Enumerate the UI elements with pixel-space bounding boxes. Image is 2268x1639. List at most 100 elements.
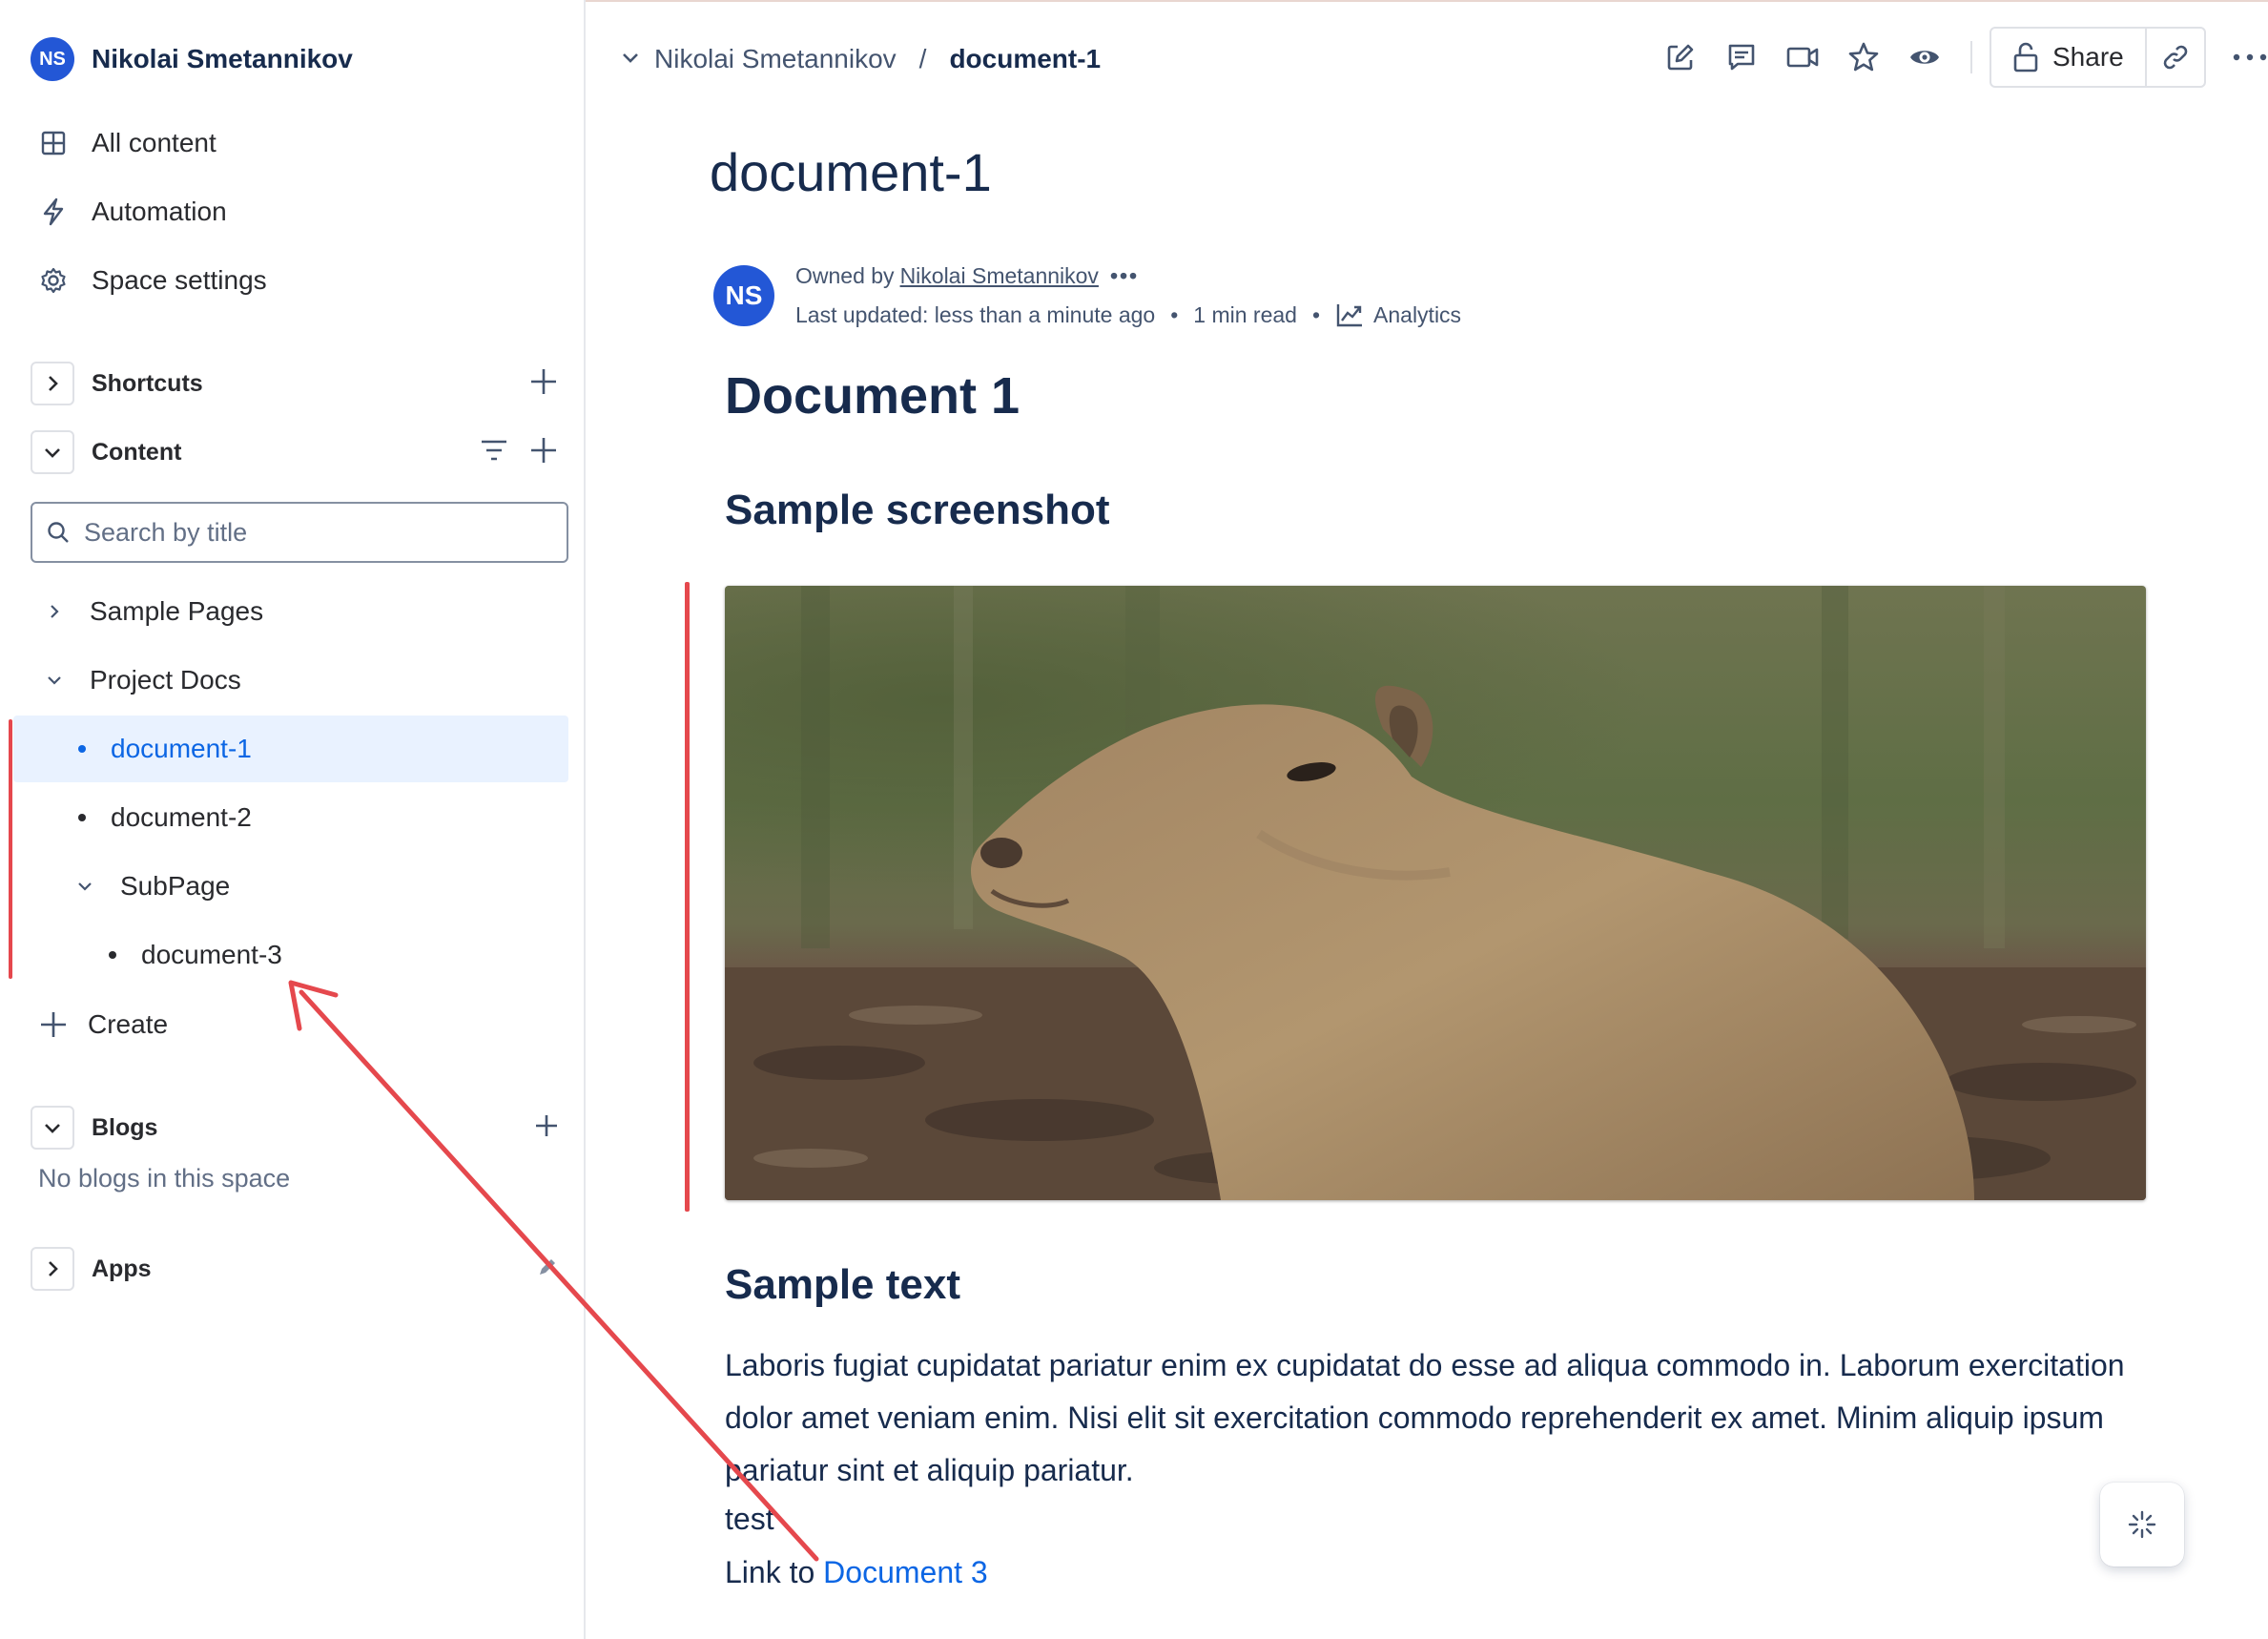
link-line: Link to Document 3 xyxy=(725,1555,988,1590)
owner-avatar[interactable]: NS xyxy=(713,265,774,326)
plus-icon xyxy=(531,437,556,463)
tree-item-document-2[interactable]: document-2 xyxy=(13,784,568,851)
nav-all-content[interactable]: All content xyxy=(36,120,216,166)
create-label: Create xyxy=(88,1009,169,1039)
chevron-down-icon xyxy=(45,1124,60,1133)
tree-item-document-3[interactable]: document-3 xyxy=(13,922,568,988)
apps-toggle[interactable] xyxy=(31,1247,74,1291)
lock-icon xyxy=(2013,42,2038,73)
tree-item-label: document-3 xyxy=(141,940,282,969)
watch-icon xyxy=(1910,51,1939,64)
create-button[interactable]: Create xyxy=(36,1002,168,1048)
chevron-right-icon[interactable] xyxy=(38,603,71,620)
shortcuts-label: Shortcuts xyxy=(92,369,203,397)
watch-button[interactable] xyxy=(1894,27,1955,88)
content-toggle[interactable] xyxy=(31,430,74,474)
chevron-right-icon xyxy=(49,1261,58,1276)
gear-icon xyxy=(36,263,71,298)
filter-icon xyxy=(482,440,506,460)
tree-item-sample-pages[interactable]: Sample Pages xyxy=(38,578,568,645)
edit-icon xyxy=(1667,44,1694,71)
edit-apps-button[interactable] xyxy=(536,1255,559,1283)
ai-assistant-button[interactable] xyxy=(2100,1483,2184,1566)
breadcrumb-toggle[interactable] xyxy=(620,44,641,74)
tree-item-subpage[interactable]: SubPage xyxy=(69,853,568,920)
content-label: Content xyxy=(92,438,182,466)
heading-document-1: Document 1 xyxy=(725,367,1021,425)
breadcrumb-separator: / xyxy=(918,44,927,73)
search-icon xyxy=(48,522,69,543)
add-blog-button[interactable] xyxy=(534,1113,559,1143)
separator-dot: • xyxy=(1170,301,1179,327)
heading-sample-text: Sample text xyxy=(725,1261,960,1308)
bullet xyxy=(78,745,86,753)
add-shortcut-button[interactable] xyxy=(528,366,559,402)
tree-item-project-docs[interactable]: Project Docs xyxy=(38,647,568,714)
tree-item-document-1[interactable]: document-1 xyxy=(13,716,568,782)
grid-icon xyxy=(36,126,71,160)
copy-link-button[interactable] xyxy=(2147,29,2204,86)
video-button[interactable] xyxy=(1772,27,1833,88)
shortcuts-toggle[interactable] xyxy=(31,362,74,405)
pencil-icon xyxy=(540,1258,555,1275)
blogs-section: Blogs xyxy=(31,1105,570,1151)
nav-label: All content xyxy=(92,128,216,157)
chevron-down-icon xyxy=(623,53,638,63)
plus-icon xyxy=(536,1114,557,1136)
star-icon xyxy=(1848,42,1879,72)
page-title: document-1 xyxy=(710,142,992,202)
nav-space-settings[interactable]: Space settings xyxy=(36,258,267,303)
chevron-down-icon[interactable] xyxy=(38,672,71,689)
owner-more-button[interactable]: ••• xyxy=(1110,263,1139,289)
heading-sample-screenshot: Sample screenshot xyxy=(725,487,1110,533)
video-icon xyxy=(1786,47,1819,68)
nav-automation[interactable]: Automation xyxy=(36,189,227,235)
test-line: test xyxy=(725,1502,774,1536)
plus-icon xyxy=(36,1007,71,1042)
tree-item-label: Sample Pages xyxy=(90,596,264,626)
annotation-bar xyxy=(9,719,12,979)
comment-icon xyxy=(1728,44,1755,71)
toolbar-divider xyxy=(1970,41,1972,73)
bullet xyxy=(109,951,116,959)
nav-label: Automation xyxy=(92,197,227,226)
add-content-button[interactable] xyxy=(528,435,559,470)
share-button[interactable]: Share xyxy=(1991,29,2147,86)
apps-section: Apps xyxy=(31,1246,570,1292)
search-input[interactable] xyxy=(84,517,542,548)
analytics-label: Analytics xyxy=(1373,301,1462,327)
content-section: Content xyxy=(31,429,570,475)
comment-button[interactable] xyxy=(1711,27,1772,88)
filter-button[interactable] xyxy=(479,435,509,470)
apps-label: Apps xyxy=(92,1255,152,1282)
blogs-toggle[interactable] xyxy=(31,1106,74,1150)
share-label: Share xyxy=(2052,42,2124,72)
shortcuts-section: Shortcuts xyxy=(31,361,570,406)
more-button[interactable] xyxy=(2232,27,2268,88)
page-byline: NS Owned by Nikolai Smetannikov ••• Last… xyxy=(713,261,1461,332)
blogs-empty-text: No blogs in this space xyxy=(38,1164,291,1193)
search-field[interactable] xyxy=(31,502,568,563)
sparkle-icon xyxy=(2128,1510,2156,1539)
star-button[interactable] xyxy=(1833,27,1894,88)
breadcrumb-space[interactable]: Nikolai Smetannikov xyxy=(654,44,897,74)
breadcrumb-page[interactable]: document-1 xyxy=(949,44,1101,74)
annotation-bar xyxy=(685,582,690,1212)
more-icon xyxy=(2233,53,2267,61)
sample-paragraph: Laboris fugiat cupidatat pariatur enim e… xyxy=(725,1348,2125,1487)
tree-item-label: Project Docs xyxy=(90,665,241,695)
owned-by-label: Owned by xyxy=(795,262,895,288)
capybara-image[interactable] xyxy=(725,586,2146,1200)
document-3-link[interactable]: Document 3 xyxy=(823,1555,988,1589)
read-time: 1 min read xyxy=(1193,301,1297,327)
last-updated: Last updated: less than a minute ago xyxy=(795,301,1156,327)
link-prefix: Link to xyxy=(725,1555,824,1589)
analytics-button[interactable]: Analytics xyxy=(1335,301,1461,328)
space-header[interactable]: NS Nikolai Smetannikov xyxy=(31,36,353,82)
breadcrumb: Nikolai Smetannikov / document-1 xyxy=(620,36,1101,82)
owner-link[interactable]: Nikolai Smetannikov xyxy=(900,263,1099,289)
page-toolbar: Share xyxy=(1650,27,2206,88)
chevron-right-icon xyxy=(49,376,58,391)
chevron-down-icon[interactable] xyxy=(69,878,101,895)
edit-button[interactable] xyxy=(1650,27,1711,88)
